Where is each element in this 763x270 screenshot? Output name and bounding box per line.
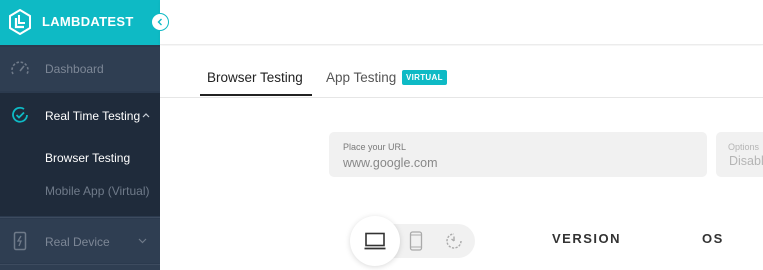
active-tab-indicator [200,94,312,96]
virtual-badge: VIRTUAL [402,70,447,85]
brand-header[interactable]: LAMBDATEST [0,0,160,45]
desktop-icon [364,232,386,250]
clock-icon[interactable] [444,231,464,251]
lambdatest-logo-icon [9,9,31,35]
collapse-sidebar-button[interactable] [151,13,169,31]
sidebar-item-label: Real Time Testing [45,109,141,123]
chevron-up-icon[interactable] [142,112,150,118]
speedometer-icon [11,61,29,75]
submenu-real-time-testing: Browser Testing Mobile App (Virtual) [0,137,160,216]
url-field-caption: Place your URL [343,142,407,152]
brand-name: LAMBDATEST [42,14,134,29]
options-field-caption: Options [728,142,760,152]
chevron-down-icon[interactable] [138,238,147,244]
version-column-header: VERSION [552,231,622,246]
sidebar-item-partial [0,265,160,270]
chevron-left-icon [157,18,162,26]
sidebar-item-real-time-testing[interactable]: Real Time Testing [0,93,160,137]
sidebar-item-label: Real Device [45,235,110,249]
submenu-item-browser-testing[interactable]: Browser Testing [45,151,130,165]
tab-browser-testing[interactable]: Browser Testing [207,70,303,85]
sidebar-item-label: Dashboard [45,62,104,76]
submenu-item-mobile-app[interactable]: Mobile App (Virtual) [45,184,150,198]
options-field[interactable]: Options Disable [716,132,763,177]
sidebar-item-real-device[interactable]: Real Device [0,219,160,263]
tab-app-testing[interactable]: App Testing [326,70,396,85]
desktop-device-button[interactable] [350,216,400,266]
phone-bolt-icon [13,231,27,251]
sidebar: LAMBDATEST Dashboard Real Time Testing B… [0,0,160,270]
options-field-value: Disable [729,154,763,168]
clock-icon [12,106,28,123]
os-column-header: OS [702,231,724,246]
url-field[interactable]: Place your URL [329,132,707,177]
sidebar-item-dashboard[interactable]: Dashboard [0,47,160,91]
mobile-icon[interactable] [408,231,424,251]
testing-tabs: Browser Testing App Testing VIRTUAL [160,46,763,98]
url-input[interactable] [343,154,693,172]
top-bar [160,0,763,45]
sidebar-divider [0,217,160,218]
